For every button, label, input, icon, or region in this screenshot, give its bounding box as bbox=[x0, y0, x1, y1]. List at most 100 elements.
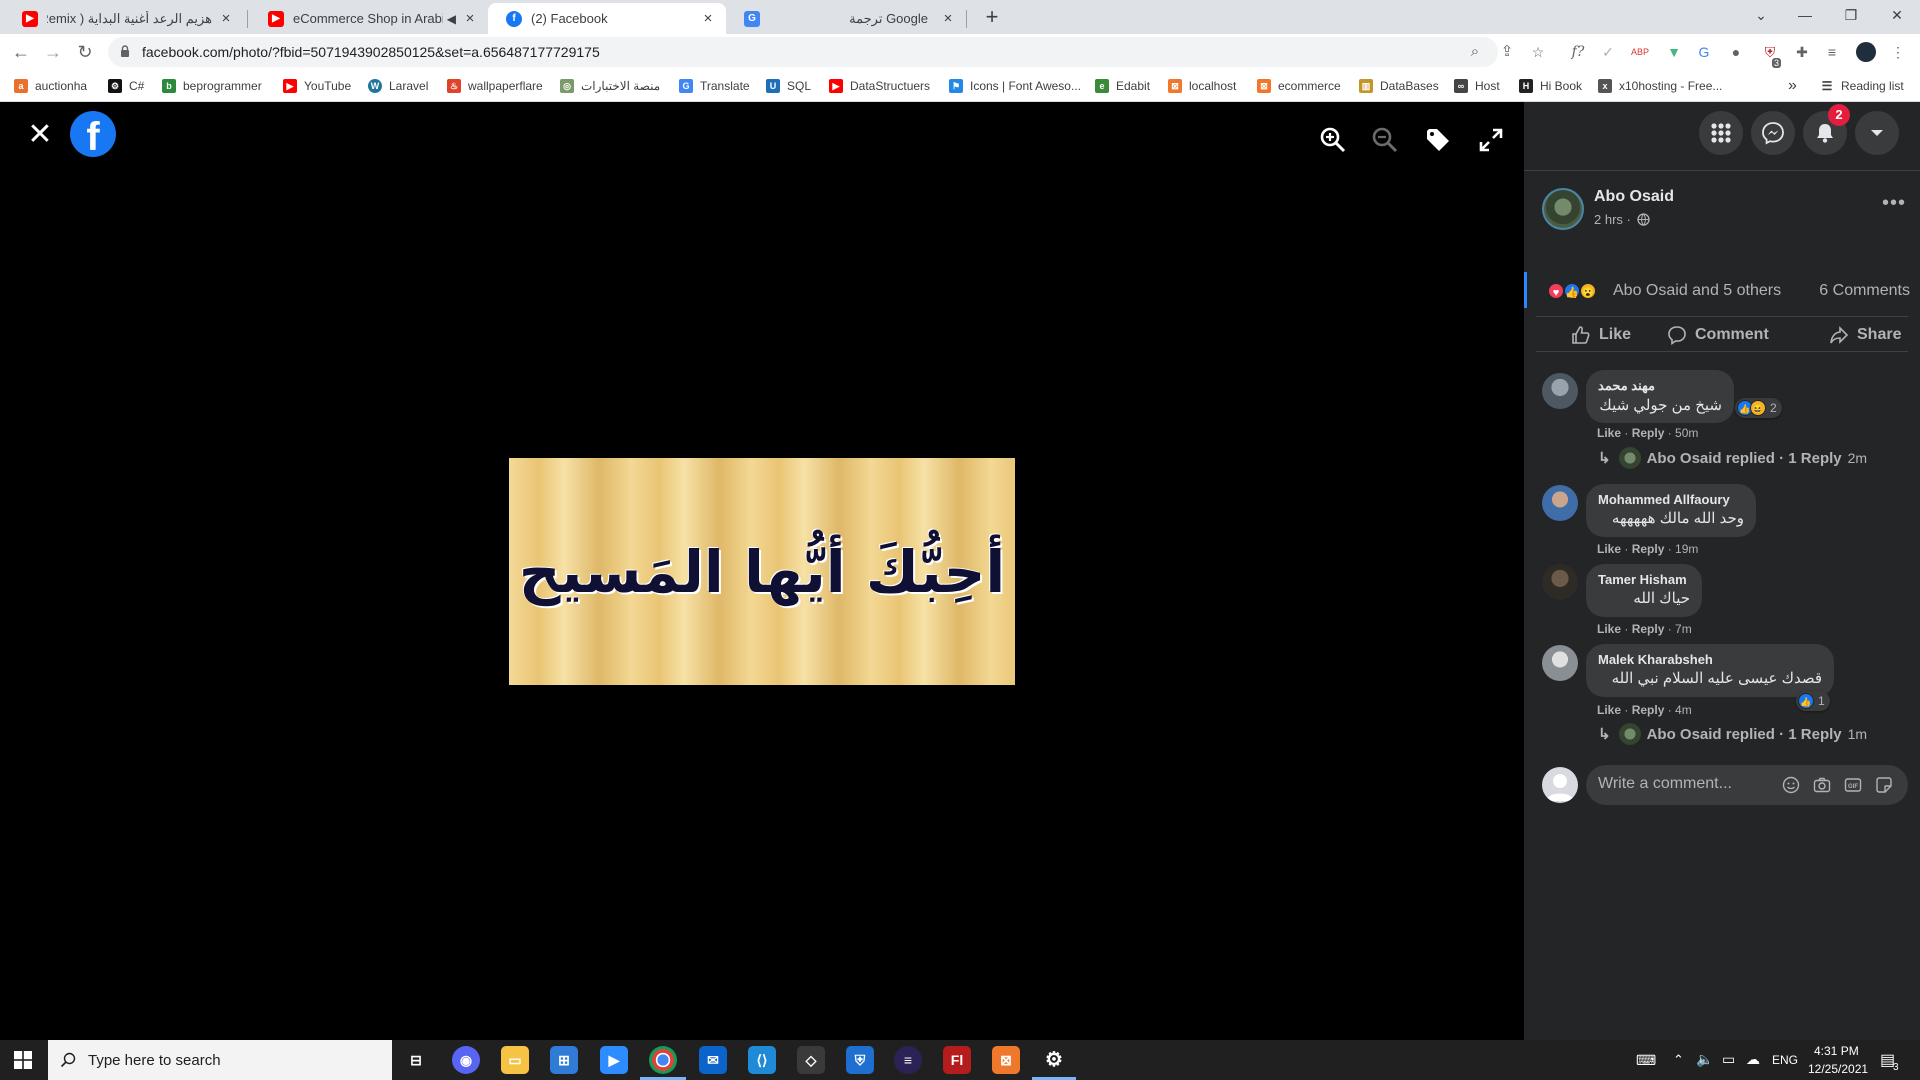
speaker-mute-icon[interactable]: ◀︎ bbox=[447, 12, 456, 26]
camera-icon[interactable] bbox=[1813, 776, 1831, 794]
tab-ecommerce-shop[interactable]: ▶ eCommerce Shop in Arabic # ◀︎ × bbox=[250, 3, 488, 34]
bookmark-font-awesome[interactable]: ⚑ Icons | Font Aweso... bbox=[949, 77, 1081, 95]
abp-extension-icon[interactable]: ABP bbox=[1630, 42, 1650, 62]
messenger-button[interactable] bbox=[1751, 111, 1795, 155]
like-button[interactable]: Like bbox=[1571, 325, 1631, 345]
back-button[interactable]: ← bbox=[8, 39, 34, 65]
new-tab-button[interactable]: + bbox=[978, 4, 1006, 32]
commenter-avatar[interactable] bbox=[1542, 645, 1578, 681]
store-icon[interactable]: ⊞ bbox=[550, 1046, 578, 1074]
comment-reply-link[interactable]: Reply bbox=[1632, 542, 1665, 556]
profile-avatar[interactable] bbox=[1856, 42, 1876, 62]
vue-extension-icon[interactable]: ▼ bbox=[1664, 42, 1684, 62]
clock-date[interactable]: 12/25/2021 bbox=[1808, 1062, 1868, 1076]
author-name[interactable]: Abo Osaid bbox=[1594, 188, 1674, 206]
comment-reply-link[interactable]: Reply bbox=[1632, 426, 1665, 440]
security-shield-icon[interactable]: ⛨ bbox=[846, 1046, 874, 1074]
zoom-app-icon[interactable]: ▶ bbox=[600, 1046, 628, 1074]
bookmark-sql[interactable]: U SQL bbox=[766, 77, 811, 95]
view-replies-link[interactable]: ↳ Abo Osaid replied · 1 Reply 2m bbox=[1598, 447, 1867, 469]
show-hidden-icons-chevron[interactable]: ⌃ bbox=[1673, 1052, 1684, 1068]
settings-gear-icon[interactable]: ⚙ bbox=[1040, 1046, 1068, 1074]
zoom-out-icon[interactable] bbox=[1371, 126, 1399, 154]
more-options-icon[interactable]: ••• bbox=[1882, 192, 1906, 215]
tab-youtube-song[interactable]: ▶ هزيم الرعد أغنية البداية ( Remix ) | × bbox=[4, 3, 244, 34]
commenter-name[interactable]: Mohammed Allfaoury bbox=[1598, 492, 1744, 507]
minimize-button[interactable]: — bbox=[1782, 0, 1828, 30]
chrome-icon[interactable] bbox=[649, 1046, 677, 1074]
color-picker-extension-icon[interactable]: ● bbox=[1726, 42, 1746, 62]
browser-menu-icon[interactable]: ⋮ bbox=[1888, 42, 1908, 62]
commenter-name[interactable]: Tamer Hisham bbox=[1598, 572, 1690, 587]
mail-icon[interactable]: ✉ bbox=[699, 1046, 727, 1074]
more-bookmarks-button[interactable]: » bbox=[1788, 77, 1797, 95]
my-avatar[interactable] bbox=[1542, 767, 1578, 803]
comment-reply-link[interactable]: Reply bbox=[1632, 622, 1665, 636]
url-text[interactable]: facebook.com/photo/?fbid=507194390285012… bbox=[142, 44, 600, 60]
bookmark-csharp[interactable]: ⚙ C# bbox=[108, 77, 144, 95]
fullscreen-icon[interactable] bbox=[1477, 126, 1505, 154]
network-icon[interactable]: ▭ bbox=[1722, 1051, 1735, 1068]
comment-button[interactable]: Comment bbox=[1667, 325, 1769, 345]
keyboard-icon[interactable]: ⌨ bbox=[1636, 1052, 1656, 1069]
comment-reply-link[interactable]: Reply bbox=[1632, 703, 1665, 717]
post-photo[interactable]: أحِبُّكَ أيُّها المَسيح bbox=[509, 458, 1015, 685]
account-menu-button[interactable] bbox=[1855, 111, 1899, 155]
commenter-avatar[interactable] bbox=[1542, 373, 1578, 409]
reactions-summary[interactable]: ♥ 👍 😮 Abo Osaid and 5 others 6 Comments bbox=[1524, 272, 1920, 308]
emoji-icon[interactable] bbox=[1782, 776, 1800, 794]
bookmark-laravel[interactable]: W Laravel bbox=[368, 77, 428, 95]
tab-facebook[interactable]: f (2) Facebook × bbox=[488, 3, 726, 34]
volume-icon[interactable]: 🔈 bbox=[1696, 1051, 1713, 1068]
commenter-avatar[interactable] bbox=[1542, 485, 1578, 521]
facebook-logo[interactable]: f bbox=[70, 111, 116, 157]
view-replies-link[interactable]: ↳ Abo Osaid replied · 1 Reply 1m bbox=[1598, 723, 1867, 745]
windows-start-button[interactable] bbox=[0, 1040, 46, 1080]
restore-button[interactable]: ❐ bbox=[1828, 0, 1874, 30]
zoom-in-icon[interactable] bbox=[1319, 126, 1347, 154]
vscode-icon[interactable]: ⟨⟩ bbox=[748, 1046, 776, 1074]
bookmark-edabit[interactable]: e Edabit bbox=[1095, 77, 1150, 95]
address-bar[interactable]: facebook.com/photo/?fbid=507194390285012… bbox=[108, 37, 1513, 67]
onedrive-icon[interactable]: ☁ bbox=[1746, 1051, 1760, 1068]
author-avatar[interactable] bbox=[1542, 188, 1584, 230]
comment-like-link[interactable]: Like bbox=[1597, 426, 1621, 440]
comment-like-link[interactable]: Like bbox=[1597, 703, 1621, 717]
taskbar-search-box[interactable]: Type here to search bbox=[48, 1040, 392, 1080]
unity-icon[interactable]: ◇ bbox=[797, 1046, 825, 1074]
xampp-icon[interactable]: ⊠ bbox=[992, 1046, 1020, 1074]
close-tab-icon[interactable]: × bbox=[700, 10, 716, 27]
zoom-icon[interactable]: ⌕ bbox=[1466, 43, 1484, 61]
commenter-name[interactable]: مهند محمد bbox=[1598, 378, 1722, 394]
reload-button[interactable]: ↻ bbox=[72, 39, 98, 65]
commenter-avatar[interactable] bbox=[1542, 564, 1578, 600]
share-page-icon[interactable]: ⇪ bbox=[1498, 43, 1516, 61]
comment-reactions[interactable]: 👍 😆 2 bbox=[1735, 398, 1782, 418]
close-tab-icon[interactable]: × bbox=[462, 10, 478, 27]
comment-input[interactable] bbox=[1598, 775, 1768, 793]
sticker-icon[interactable] bbox=[1875, 776, 1893, 794]
comment-like-link[interactable]: Like bbox=[1597, 622, 1621, 636]
bookmark-translate[interactable]: G Translate bbox=[679, 77, 750, 95]
tag-icon[interactable] bbox=[1424, 126, 1452, 154]
formula-extension-icon[interactable]: f? bbox=[1568, 42, 1588, 62]
translate-extension-icon[interactable]: G bbox=[1694, 42, 1714, 62]
bookmark-x10hosting[interactable]: x x10hosting - Free... bbox=[1598, 77, 1722, 95]
write-comment-box[interactable]: GIF bbox=[1586, 765, 1908, 805]
comment-reactions[interactable]: 👍 1 bbox=[1796, 691, 1830, 711]
discord-icon[interactable]: ◉ bbox=[452, 1046, 480, 1074]
comment-age[interactable]: 7m bbox=[1675, 622, 1692, 636]
bookmark-wallpaperflare[interactable]: ♨ wallpaperflare bbox=[447, 77, 543, 95]
bookmark-host[interactable]: ∞ Host bbox=[1454, 77, 1500, 95]
bookmark-auctionha[interactable]: a auctionha bbox=[14, 77, 87, 95]
commenter-name[interactable]: Malek Kharabsheh bbox=[1598, 652, 1822, 667]
input-language[interactable]: ENG bbox=[1772, 1053, 1798, 1067]
check-extension-icon[interactable]: ✓ bbox=[1598, 42, 1618, 62]
media-control-icon[interactable]: ≡ bbox=[1822, 42, 1842, 62]
comment-age[interactable]: 50m bbox=[1675, 426, 1698, 440]
clock-time[interactable]: 4:31 PM bbox=[1814, 1044, 1859, 1058]
close-icon[interactable]: ✕ bbox=[24, 120, 56, 152]
comment-like-link[interactable]: Like bbox=[1597, 542, 1621, 556]
bookmark-star-icon[interactable]: ☆ bbox=[1528, 42, 1548, 62]
bookmark-datastructuers[interactable]: ▶ DataStructuers bbox=[829, 77, 930, 95]
